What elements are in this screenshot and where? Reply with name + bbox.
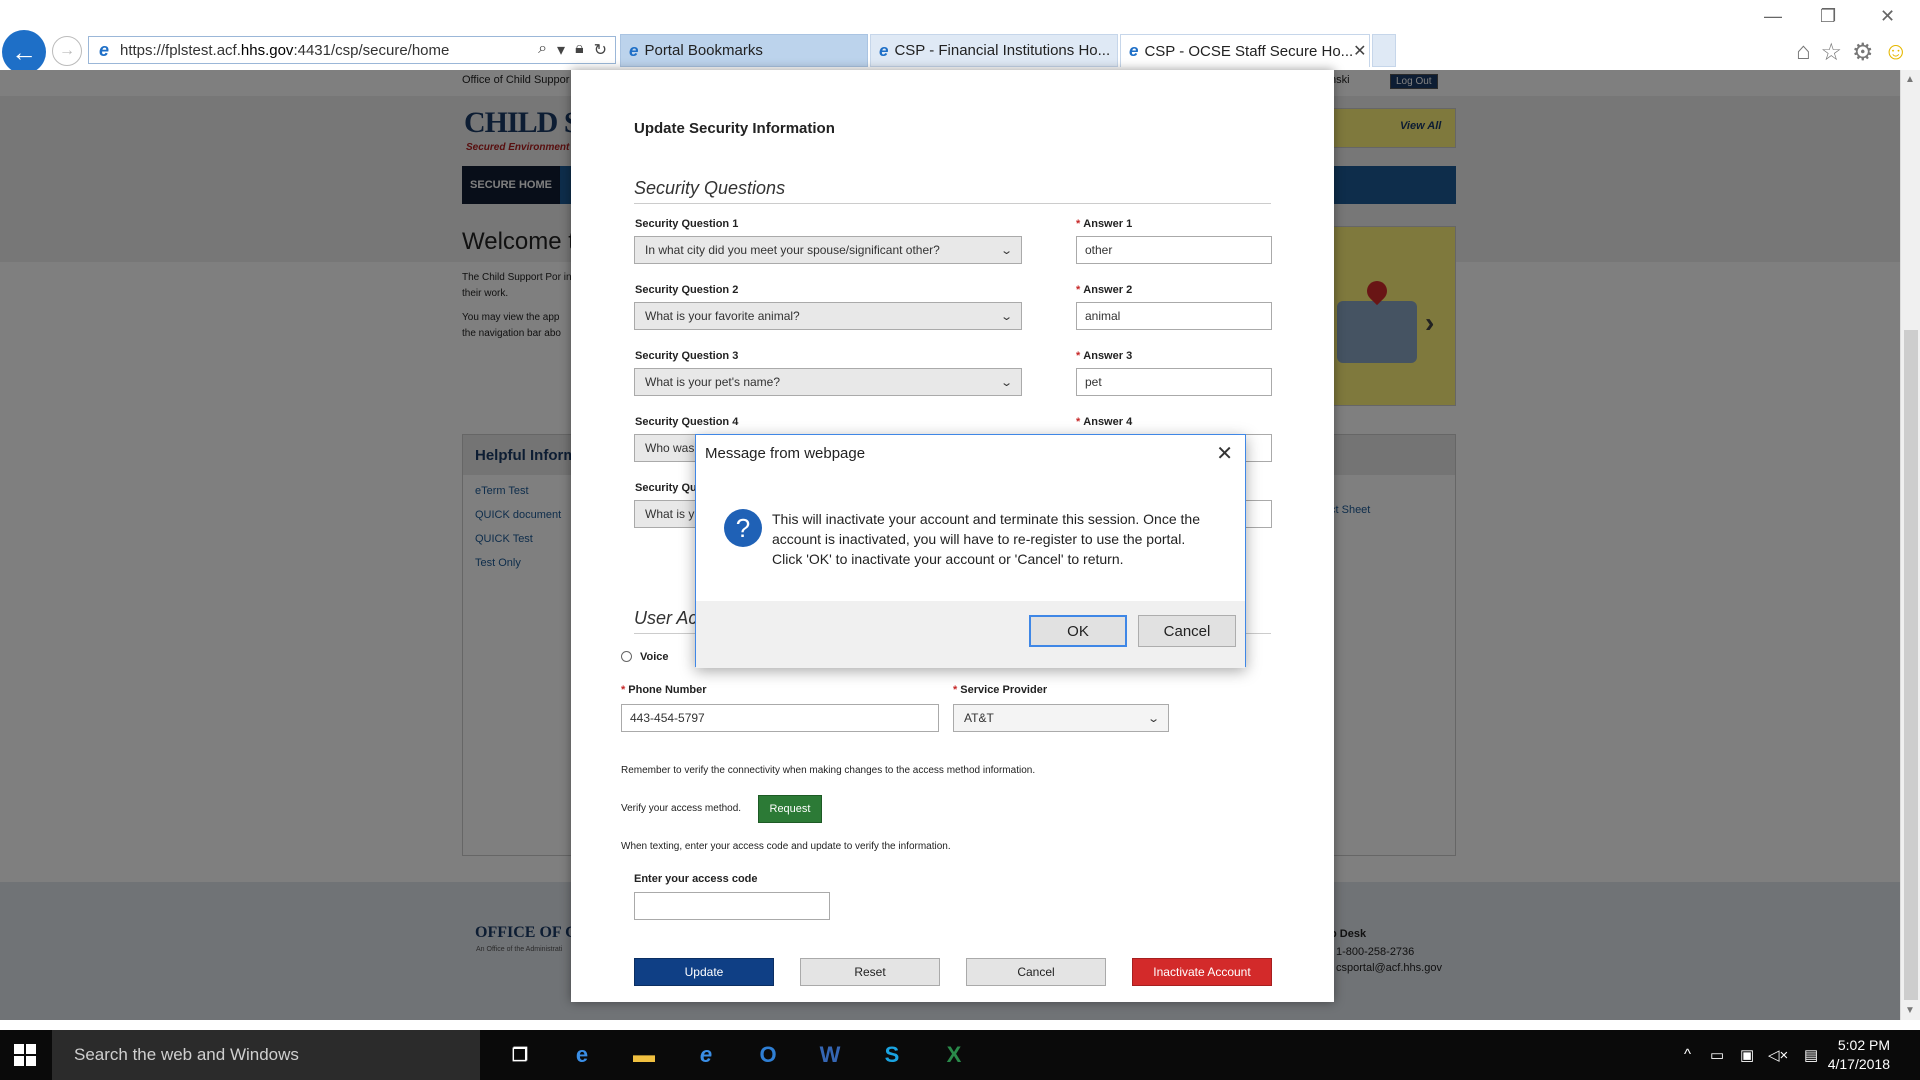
minimize-icon[interactable]: —	[1764, 6, 1782, 27]
phone-number-input[interactable]: 443-454-5797	[621, 704, 939, 732]
dialog-close-icon[interactable]: ✕	[1216, 441, 1233, 466]
forward-button[interactable]: →	[52, 36, 82, 66]
chevron-down-icon: ⌄	[999, 310, 1013, 323]
ie-tab-icon: e	[1129, 41, 1139, 60]
chevron-down-icon: ⌄	[1146, 712, 1160, 725]
voice-label: Voice	[640, 651, 669, 663]
confirm-dialog: Message from webpage ✕ ? This will inact…	[695, 434, 1246, 668]
search-icon[interactable]: ⌕	[538, 40, 547, 60]
battery-icon[interactable]: ▭	[1710, 1046, 1724, 1064]
modal-title: Update Security Information	[634, 120, 835, 137]
security-question-2-label: Security Question 2	[635, 284, 739, 296]
answer-4-label: * Answer 4	[1076, 416, 1133, 428]
security-question-5-label: Security Qu	[635, 482, 697, 494]
security-question-1-label: Security Question 1	[635, 218, 739, 230]
chevron-down-icon: ⌄	[999, 244, 1013, 257]
network-icon[interactable]: ▣	[1740, 1046, 1754, 1064]
edge-icon[interactable]: e	[565, 1038, 599, 1072]
action-center-icon[interactable]: ▤	[1804, 1046, 1818, 1064]
security-questions-heading: Security Questions	[634, 178, 1271, 204]
service-provider-select[interactable]: AT&T ⌄	[953, 704, 1169, 732]
favorites-star-icon[interactable]: ☆	[1820, 38, 1842, 67]
answer-3-label: * Answer 3	[1076, 350, 1133, 362]
dialog-title: Message from webpage	[705, 445, 866, 462]
answer-3-input[interactable]: pet	[1076, 368, 1272, 396]
answer-1-label: * Answer 1	[1076, 218, 1133, 230]
lock-icon[interactable]: 🔒︎	[575, 40, 584, 60]
scroll-up-icon[interactable]: ▲	[1905, 74, 1915, 85]
security-question-3-select[interactable]: What is your pet's name? ⌄	[634, 368, 1022, 396]
dialog-ok-button[interactable]: OK	[1029, 615, 1127, 647]
tab-ocse-staff[interactable]: e CSP - OCSE Staff Secure Ho... ✕	[1120, 34, 1370, 67]
internet-explorer-icon[interactable]: e	[689, 1038, 723, 1072]
reset-button[interactable]: Reset	[800, 958, 940, 986]
cancel-button[interactable]: Cancel	[966, 958, 1106, 986]
file-explorer-icon[interactable]: ▬	[627, 1038, 661, 1072]
verify-connectivity-note: Remember to verify the connectivity when…	[621, 765, 1036, 776]
taskbar-clock[interactable]: 5:02 PM 4/17/2018	[1820, 1036, 1890, 1074]
question-icon: ?	[724, 509, 762, 547]
security-question-4-label: Security Question 4	[635, 416, 739, 428]
tab-financial-institutions[interactable]: e CSP - Financial Institutions Ho...	[870, 34, 1118, 67]
address-url[interactable]: https://fplstest.acf.hhs.gov:4431/csp/se…	[120, 42, 538, 59]
service-provider-label: * Service Provider	[953, 684, 1048, 696]
scroll-down-icon[interactable]: ▼	[1905, 1005, 1915, 1016]
inactivate-account-button[interactable]: Inactivate Account	[1132, 958, 1272, 986]
taskbar-search-box[interactable]: Search the web and Windows	[52, 1030, 480, 1080]
update-button[interactable]: Update	[634, 958, 774, 986]
voice-radio[interactable]	[621, 651, 632, 662]
settings-gear-icon[interactable]: ⚙	[1852, 38, 1874, 67]
access-code-input[interactable]	[634, 892, 830, 920]
volume-muted-icon[interactable]: ◁×	[1768, 1046, 1788, 1064]
close-window-icon[interactable]: ✕	[1880, 6, 1895, 27]
request-button[interactable]: Request	[758, 795, 822, 823]
dialog-cancel-button[interactable]: Cancel	[1138, 615, 1236, 647]
security-question-3-label: Security Question 3	[635, 350, 739, 362]
ie-logo-icon: e	[98, 40, 109, 60]
dialog-message: This will inactivate your account and te…	[772, 511, 1200, 567]
phone-number-label: * Phone Number	[621, 684, 707, 696]
close-tab-icon[interactable]: ✕	[1353, 41, 1366, 61]
excel-icon[interactable]: X	[937, 1038, 971, 1072]
outlook-icon[interactable]: O	[751, 1038, 785, 1072]
security-question-2-select[interactable]: What is your favorite animal? ⌄	[634, 302, 1022, 330]
ie-tab-icon: e	[879, 40, 889, 60]
taskbar: Search the web and Windows ❐ e ▬ e O W S…	[0, 1030, 1920, 1080]
back-arrow-icon: ←	[11, 36, 37, 67]
windows-start-icon[interactable]	[14, 1044, 36, 1066]
ie-tab-icon: e	[629, 40, 639, 60]
word-icon[interactable]: W	[813, 1038, 847, 1072]
home-icon[interactable]: ⌂	[1796, 38, 1811, 67]
security-question-1-select[interactable]: In what city did you meet your spouse/si…	[634, 236, 1022, 264]
clock-time: 5:02 PM	[1837, 1037, 1890, 1053]
answer-1-input[interactable]: other	[1076, 236, 1272, 264]
restore-icon[interactable]: ❐	[1820, 6, 1836, 27]
verify-access-label: Verify your access method.	[621, 803, 742, 814]
answer-2-label: * Answer 2	[1076, 284, 1133, 296]
browser-chrome: — ❐ ✕ ← → e https://fplstest.acf.hhs.gov…	[0, 0, 1920, 74]
clock-date: 4/17/2018	[1827, 1056, 1890, 1072]
page-scrollbar[interactable]: ▲ ▼	[1900, 70, 1920, 1020]
answer-2-input[interactable]: animal	[1076, 302, 1272, 330]
chevron-up-icon[interactable]: ^	[1684, 1046, 1691, 1063]
feedback-smiley-icon[interactable]: ☺	[1883, 38, 1908, 67]
back-button[interactable]: ←	[2, 30, 46, 74]
skype-icon[interactable]: S	[875, 1038, 909, 1072]
access-code-label: Enter your access code	[634, 873, 758, 885]
new-tab-button[interactable]	[1372, 34, 1396, 67]
forward-arrow-icon: →	[59, 42, 75, 59]
tab-portal-bookmarks[interactable]: e Portal Bookmarks	[620, 34, 868, 67]
task-view-icon[interactable]: ❐	[503, 1038, 537, 1072]
scrollbar-thumb[interactable]	[1904, 330, 1918, 1000]
address-bar[interactable]: e https://fplstest.acf.hhs.gov:4431/csp/…	[88, 36, 616, 64]
refresh-icon[interactable]: ↻	[594, 40, 607, 60]
chevron-down-icon: ⌄	[999, 376, 1013, 389]
dropdown-icon[interactable]: ▾	[557, 40, 565, 60]
texting-note: When texting, enter your access code and…	[621, 841, 951, 852]
